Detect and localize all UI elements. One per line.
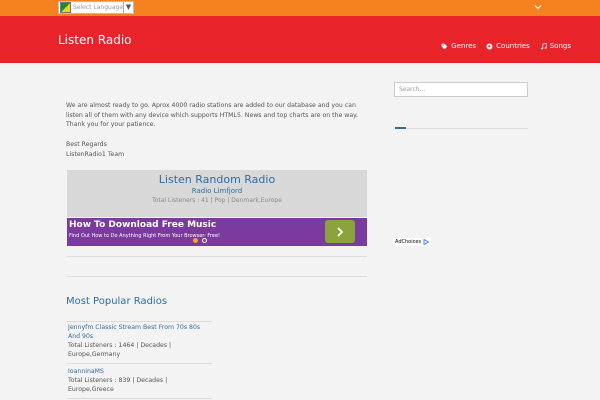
ad-title[interactable]: How To Download Free Music bbox=[69, 220, 216, 230]
radio-info: Total Listeners : 1464 | Decades | Europ… bbox=[68, 342, 172, 358]
radio-name-link[interactable]: Jennyfm Classic Stream Best From 70s 80s… bbox=[68, 323, 211, 341]
divider bbox=[67, 256, 367, 257]
divider bbox=[406, 128, 528, 129]
player-title[interactable]: Listen Random Radio bbox=[67, 173, 367, 186]
carousel-dots bbox=[193, 238, 207, 243]
top-bar: Select Language ▼ bbox=[0, 0, 600, 16]
nav-label-genres: Genres bbox=[451, 42, 477, 50]
carousel-dot-active[interactable] bbox=[193, 238, 198, 243]
nav-label-songs: Songs bbox=[549, 42, 571, 50]
nav-item-genres[interactable]: Genres bbox=[441, 42, 476, 50]
site-logo-text[interactable]: Listen Radio bbox=[58, 33, 132, 47]
radio-name-link[interactable]: IoanninaMS bbox=[68, 367, 211, 376]
sidebar-tab-indicator bbox=[395, 127, 406, 129]
ad-arrow-button[interactable] bbox=[325, 220, 355, 243]
language-select-value: Select Language bbox=[73, 4, 123, 11]
player-station-info: Total Listeners : 41 | Pop | Denmark,Eur… bbox=[152, 197, 282, 204]
tags-icon bbox=[441, 43, 448, 49]
dropdown-arrow-icon: ▼ bbox=[123, 2, 133, 13]
globe-icon bbox=[486, 43, 493, 49]
nav-label-countries: Countries bbox=[496, 42, 530, 50]
list-item: Jennyfm Classic Stream Best From 70s 80s… bbox=[67, 320, 212, 364]
language-select[interactable]: Select Language ▼ bbox=[58, 1, 134, 14]
chevron-down-icon[interactable] bbox=[533, 2, 543, 12]
search-input[interactable]: Search... bbox=[394, 82, 528, 97]
nav-item-songs[interactable]: Songs bbox=[540, 42, 571, 50]
list-item: IoanninaMS Total Listeners : 839 | Decad… bbox=[67, 364, 212, 399]
adchoices-icon bbox=[423, 239, 430, 245]
section-title-popular: Most Popular Radios bbox=[66, 296, 168, 307]
radio-info: Total Listeners : 839 | Decades | Europe… bbox=[68, 377, 168, 393]
main-nav: Genres Countries Songs bbox=[441, 42, 571, 50]
player-station-name[interactable]: Radio Limfjord bbox=[67, 187, 367, 195]
team-signature: ListenRadio1 Team bbox=[66, 150, 125, 158]
intro-text: We are almost ready to go. Aprox 4000 ra… bbox=[66, 102, 358, 128]
adchoices-badge[interactable]: AdChoices bbox=[393, 238, 432, 246]
regards-block: Best Regards ListenRadio1 Team bbox=[66, 140, 124, 159]
translate-flag-icon bbox=[60, 2, 71, 13]
adchoices-label: AdChoices bbox=[395, 239, 422, 245]
regards-line: Best Regards bbox=[66, 141, 107, 148]
divider bbox=[67, 276, 367, 277]
ad-banner[interactable]: How To Download Free Music Find Out How … bbox=[67, 218, 432, 246]
popular-radio-list: Jennyfm Classic Stream Best From 70s 80s… bbox=[67, 320, 212, 399]
nav-item-countries[interactable]: Countries bbox=[486, 42, 530, 50]
music-note-icon bbox=[540, 42, 547, 49]
chevron-right-icon bbox=[337, 226, 344, 237]
site-header: Listen Radio Genres Countries Songs bbox=[0, 16, 600, 63]
carousel-dot[interactable] bbox=[202, 238, 207, 243]
random-radio-player[interactable]: Listen Random Radio Radio Limfjord Total… bbox=[67, 170, 367, 217]
